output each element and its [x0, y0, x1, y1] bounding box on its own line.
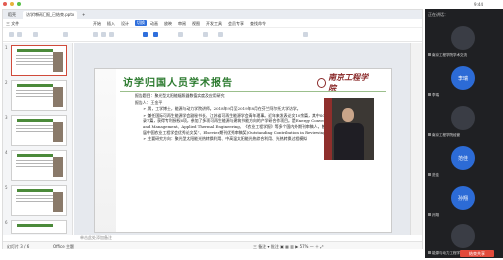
menu-file[interactable]: 三 文件	[6, 21, 19, 27]
menu-member[interactable]: 会员专享	[228, 21, 244, 27]
new-tab-button[interactable]: +	[79, 11, 89, 19]
tab-document[interactable]: 访学博研汇报_已结束.pptx	[23, 11, 78, 19]
mic-icon	[428, 213, 431, 216]
thumb-number: 1	[5, 45, 8, 50]
paste-icon[interactable]	[9, 32, 14, 37]
thumb-number: 4	[5, 150, 8, 155]
menu-insert[interactable]: 插入	[107, 21, 115, 27]
thumb-number: 6	[5, 220, 8, 225]
thumb-number: 5	[5, 185, 8, 190]
slide-body-text: 报告题目：聚光型太阳能辐照器数值实度及应用研究 报告人：王金平 ➢ 男，工学博士…	[135, 93, 340, 143]
slide-thumbnail-panel: 1 2 3 4 5 6	[3, 43, 73, 235]
mic-icon	[428, 53, 431, 56]
mic-icon	[428, 251, 431, 254]
bullet: ➢ 兼任国际可再生能源学会副秘书长、江苏省可再生能源学会青年理事。近年来发表论文…	[143, 112, 340, 135]
title-divider	[120, 91, 386, 92]
transition-effect-icon[interactable]	[153, 32, 158, 37]
bullet: ➢ 男，工学博士，能源与动力学院讲师。2018年9月至2019年8月在芬兰阿尔托…	[143, 106, 301, 112]
university-logo: 南京工程学院	[317, 72, 371, 93]
slide-thumbnail[interactable]	[11, 185, 67, 216]
slide-thumbnail[interactable]	[11, 45, 67, 76]
menu-view[interactable]: 视图	[192, 21, 200, 27]
thumb-number: 3	[5, 115, 8, 120]
slide-thumbnail[interactable]	[11, 115, 67, 146]
menu-search[interactable]: 查找命令	[250, 21, 266, 27]
avatar	[451, 224, 475, 248]
slide-thumbnail[interactable]	[11, 150, 67, 181]
layout-icon[interactable]	[63, 32, 68, 37]
bullet: ➢ 主要研究方向：聚光型太阳能光热转换利用、中高温太阳能光热综合利用、光热转换过…	[143, 136, 308, 142]
thumb-number: 2	[5, 80, 8, 85]
avatar: 李瑞	[451, 66, 475, 90]
menu-design[interactable]: 设计	[121, 21, 129, 27]
current-slide[interactable]: 访学归国人员学术报告 南京工程学院 报告题目：聚光型太阳能辐照器数值实度及应用研…	[94, 68, 392, 233]
menu-transition[interactable]: 切换	[135, 20, 147, 26]
mic-icon	[428, 93, 431, 96]
avatar	[451, 106, 475, 130]
avatar: 孙翔	[451, 186, 475, 210]
participant-tile[interactable]: 南京工程学院经管	[425, 101, 503, 139]
reporter-photo	[324, 98, 374, 160]
font-icon[interactable]	[93, 32, 98, 37]
seal-icon	[317, 78, 327, 88]
slide-thumbnail[interactable]	[11, 220, 67, 234]
bold-icon[interactable]	[101, 32, 106, 37]
shape-icon[interactable]	[203, 32, 208, 37]
screen: 9:44 稻壳 访学博研汇报_已结束.pptx + 三 文件 开始 插入 设计 …	[0, 0, 503, 260]
reporter: 报告人：王金平	[135, 99, 163, 105]
system-bar: 9:44	[0, 0, 503, 9]
menu-devtools[interactable]: 开发工具	[206, 21, 222, 27]
slide-edit-area: 访学归国人员学术报告 南京工程学院 报告题目：聚光型太阳能辐照器数值实度及应用研…	[74, 43, 411, 235]
tab-bar: 稻壳 访学博研汇报_已结束.pptx +	[3, 10, 422, 19]
participant-tile[interactable]: 南京工程学院学术交流	[425, 21, 503, 59]
transition-effect-icon[interactable]	[143, 32, 148, 37]
ribbon-toolbar	[3, 28, 422, 42]
end-share-button[interactable]: 结束共享	[460, 250, 494, 257]
clock: 9:44	[474, 2, 483, 7]
find-icon[interactable]	[303, 32, 308, 37]
participant-tile[interactable]: 孙翔 孙翔	[425, 181, 503, 219]
window-controls[interactable]	[3, 2, 21, 6]
participant-tile[interactable]: 李瑞 李瑞	[425, 61, 503, 99]
speaking-label: 正在讲话：	[428, 12, 448, 17]
avatar: 范佳	[451, 146, 475, 170]
avatar	[451, 26, 475, 50]
taskbar	[0, 249, 425, 260]
wps-presentation-window: 稻壳 访学博研汇报_已结束.pptx + 三 文件 开始 插入 设计 切换 动画…	[2, 9, 423, 250]
menu-slideshow[interactable]: 放映	[164, 21, 172, 27]
tab-home[interactable]: 稻壳	[5, 11, 19, 19]
menu-animation[interactable]: 动画	[150, 21, 158, 27]
mic-icon	[428, 133, 431, 136]
meeting-participants-panel: 正在讲话： 南京工程学院学术交流 李瑞 李瑞 南京工程学院经管 范佳 范佳 孙翔…	[425, 9, 503, 258]
new-slide-icon[interactable]	[33, 32, 38, 37]
report-title: 报告题目：聚光型太阳能辐照器数值实度及应用研究	[135, 93, 225, 98]
align-icon[interactable]	[178, 32, 183, 37]
slide-title: 访学归国人员学术报告	[123, 78, 233, 89]
menu-review[interactable]: 审阅	[178, 21, 186, 27]
participant-tile[interactable]: 范佳 范佳	[425, 141, 503, 179]
menu-bar: 三 文件 开始 插入 设计 切换 动画 放映 审阅 视图 开发工具 会员专享 查…	[3, 19, 422, 28]
menu-home[interactable]: 开始	[93, 21, 101, 27]
picture-icon[interactable]	[218, 32, 223, 37]
slide-thumbnail[interactable]	[11, 80, 67, 111]
cut-icon[interactable]	[17, 32, 22, 37]
vertical-scrollbar[interactable]	[410, 43, 422, 235]
italic-icon[interactable]	[109, 32, 114, 37]
mic-icon	[428, 173, 431, 176]
